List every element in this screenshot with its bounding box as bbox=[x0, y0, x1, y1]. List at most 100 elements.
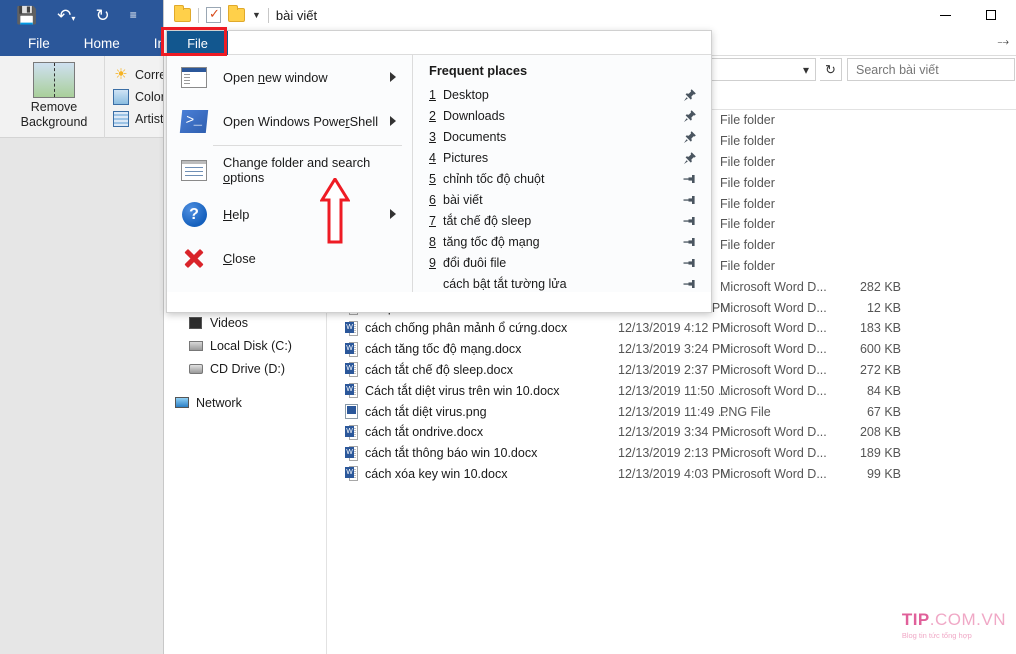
table-row[interactable]: cách tắt diệt virus.png 12/13/2019 11:49 … bbox=[328, 401, 1016, 422]
frequent-place-item[interactable]: 2 Downloads bbox=[413, 105, 711, 126]
properties-icon[interactable] bbox=[206, 6, 221, 23]
minimize-button[interactable] bbox=[923, 0, 968, 30]
pin-icon-pinned[interactable] bbox=[683, 130, 697, 144]
frequent-place-item[interactable]: 5 chỉnh tốc độ chuột bbox=[413, 168, 711, 189]
redo-icon[interactable]: ↻ bbox=[95, 7, 109, 24]
sidebar-item-cd-drive-d[interactable]: CD Drive (D:) bbox=[164, 357, 326, 380]
file-date-cell: 12/13/2019 3:34 PM bbox=[618, 425, 731, 440]
file-menu-footer bbox=[167, 292, 711, 312]
pin-icon[interactable] bbox=[683, 235, 697, 249]
watermark-light: .COM.VN bbox=[929, 610, 1006, 629]
file-name-cell[interactable]: Wcách tắt chế độ sleep.docx bbox=[345, 362, 513, 378]
pin-icon[interactable] bbox=[683, 214, 697, 228]
pin-icon-pinned[interactable] bbox=[683, 88, 697, 102]
file-menu-commands[interactable]: Open new window >_ Open Windows PowerShell… bbox=[167, 55, 413, 292]
network-icon bbox=[172, 397, 191, 408]
file-size-cell: 12 KB bbox=[866, 300, 901, 315]
file-name-cell[interactable]: Wcách tăng tốc độ mạng.docx bbox=[345, 341, 521, 357]
menu-item-label: Close bbox=[223, 250, 256, 266]
file-size-cell: 183 KB bbox=[859, 321, 901, 336]
undo-icon[interactable]: ↶▾ bbox=[57, 7, 75, 24]
pin-icon[interactable] bbox=[683, 193, 697, 207]
file-name-cell[interactable]: cách tắt diệt virus.png bbox=[345, 404, 487, 420]
frequent-place-item[interactable]: 8 tăng tốc độ mạng bbox=[413, 231, 711, 252]
frequent-place-number: 4 bbox=[429, 150, 436, 165]
file-name-cell[interactable]: Wcách tắt thông báo win 10.docx bbox=[345, 445, 537, 461]
word-quick-access-toolbar[interactable]: 💾 ↶▾ ↻ ≡ bbox=[0, 0, 137, 30]
pin-icon[interactable] bbox=[683, 277, 697, 291]
folder-icon[interactable] bbox=[174, 5, 191, 22]
file-date-cell: 12/13/2019 3:24 PM bbox=[618, 342, 731, 357]
customize-quick-access-icon[interactable]: ≡ bbox=[130, 9, 137, 21]
explorer-quick-access-toolbar[interactable]: ▼ bài viết bbox=[174, 0, 317, 30]
frequent-places-panel[interactable]: Frequent places 1 Desktop 2 Downloads 3 Docum… bbox=[413, 55, 711, 292]
file-name-cell[interactable]: Wcách xóa key win 10.docx bbox=[345, 466, 507, 482]
menu-item-open-windows-powershell[interactable]: >_ Open Windows PowerShell bbox=[167, 99, 412, 143]
file-size-cell: 282 KB bbox=[859, 279, 901, 294]
sidebar-item-local-disk-c[interactable]: Local Disk (C:) bbox=[164, 334, 326, 357]
save-icon[interactable]: 💾 bbox=[16, 7, 37, 24]
expand-ribbon-icon[interactable]: ⤍ bbox=[998, 36, 1009, 49]
refresh-button[interactable]: ↻ bbox=[820, 58, 842, 81]
table-row[interactable]: Wcách chống phân mảnh ổ cứng.docx 12/13/2… bbox=[328, 318, 1016, 339]
table-row[interactable]: Wcách tăng tốc độ mạng.docx 12/13/2019 3:… bbox=[328, 339, 1016, 360]
file-menu-panel[interactable]: File Open new window >_ Open Windows Power… bbox=[166, 30, 712, 313]
file-type-cell: File folder bbox=[720, 134, 775, 149]
file-name-cell[interactable]: Wcách chống phân mảnh ổ cứng.docx bbox=[345, 320, 568, 336]
window-controls[interactable] bbox=[923, 0, 1013, 30]
menu-item-change-folder-and-search-options[interactable]: Change folder and search options bbox=[167, 148, 412, 192]
menu-item-label: Open Windows PowerShell bbox=[223, 113, 379, 129]
menu-item-close[interactable]: Close bbox=[167, 236, 412, 280]
file-name-label: cách tắt ondrive.docx bbox=[365, 425, 484, 440]
file-size-cell: 99 KB bbox=[866, 466, 901, 481]
menu-item-help[interactable]: ? Help bbox=[167, 192, 412, 236]
file-tab[interactable]: File bbox=[167, 31, 228, 55]
help-icon: ? bbox=[179, 201, 209, 227]
pin-icon-pinned[interactable] bbox=[683, 109, 697, 123]
table-row[interactable]: W Cách tắt diệt virus trên win 10.docx 12/… bbox=[328, 380, 1016, 401]
file-name-label: cách chống phân mảnh ổ cứng.docx bbox=[365, 321, 568, 336]
frequent-place-label: chỉnh tốc độ chuột bbox=[443, 171, 545, 186]
screenshot-root: 💾 ↶▾ ↻ ≡ File Home Inse Remove Backgroun… bbox=[0, 0, 1016, 654]
file-size-cell: 272 KB bbox=[859, 362, 901, 377]
chevron-down-icon[interactable]: ▾ bbox=[803, 63, 815, 77]
close-icon bbox=[179, 246, 209, 270]
remove-background-button[interactable]: Remove Background bbox=[8, 56, 100, 138]
frequent-place-item[interactable]: 9 đổi đuôi file bbox=[413, 252, 711, 273]
table-row[interactable]: Wcách tắt chế độ sleep.docx 12/13/2019 2:… bbox=[328, 360, 1016, 381]
pin-icon[interactable] bbox=[683, 256, 697, 270]
word-tab-file[interactable]: File bbox=[14, 36, 64, 51]
table-row[interactable]: Wcách tắt thông báo win 10.docx 12/13/201… bbox=[328, 443, 1016, 464]
menu-item-open-new-window[interactable]: Open new window bbox=[167, 55, 412, 99]
frequent-place-item[interactable]: 7 tắt chế độ sleep bbox=[413, 210, 711, 231]
pin-icon[interactable] bbox=[683, 172, 697, 186]
word-tab-home[interactable]: Home bbox=[70, 36, 134, 51]
frequent-place-item[interactable]: 1 Desktop bbox=[413, 84, 711, 105]
frequent-place-item[interactable]: 3 Documents bbox=[413, 126, 711, 147]
frequent-place-number: 7 bbox=[429, 213, 436, 228]
frequent-place-item[interactable]: cách bật tắt tường lửa bbox=[413, 273, 711, 294]
file-size-cell: 189 KB bbox=[859, 446, 901, 461]
chevron-down-icon[interactable]: ▼ bbox=[252, 10, 261, 20]
new-folder-icon[interactable] bbox=[228, 5, 245, 22]
file-type-cell: Microsoft Word D... bbox=[720, 342, 827, 357]
chevron-right-icon bbox=[390, 209, 396, 219]
table-row[interactable]: Wcách xóa key win 10.docx 12/13/2019 4:03… bbox=[328, 464, 1016, 485]
pin-icon-pinned[interactable] bbox=[683, 151, 697, 165]
frequent-place-item[interactable]: 4 Pictures bbox=[413, 147, 711, 168]
frequent-place-number: 8 bbox=[429, 234, 436, 249]
frequent-place-label: Pictures bbox=[443, 150, 489, 165]
sidebar-item-network[interactable]: Network bbox=[164, 391, 326, 414]
sidebar-item-videos[interactable]: Videos bbox=[164, 311, 326, 334]
maximize-button[interactable] bbox=[968, 0, 1013, 30]
file-name-cell[interactable]: Wcách tắt ondrive.docx bbox=[345, 424, 484, 440]
table-row[interactable]: Wcách tắt ondrive.docx 12/13/2019 3:34 PM… bbox=[328, 422, 1016, 443]
file-name-cell[interactable]: W Cách tắt diệt virus trên win 10.docx bbox=[345, 383, 560, 399]
file-name-label: Cách tắt diệt virus trên win 10.docx bbox=[365, 383, 560, 398]
frequent-places-list[interactable]: 1 Desktop 2 Downloads 3 Documents 4 Pictures 5 ch… bbox=[413, 84, 711, 294]
sun-icon: ☀ bbox=[114, 66, 128, 83]
search-input[interactable]: Search bài viết bbox=[847, 58, 1015, 81]
file-type-cell: File folder bbox=[720, 196, 775, 211]
file-type-cell: Microsoft Word D... bbox=[720, 300, 827, 315]
frequent-place-item[interactable]: 6 bài viết bbox=[413, 189, 711, 210]
